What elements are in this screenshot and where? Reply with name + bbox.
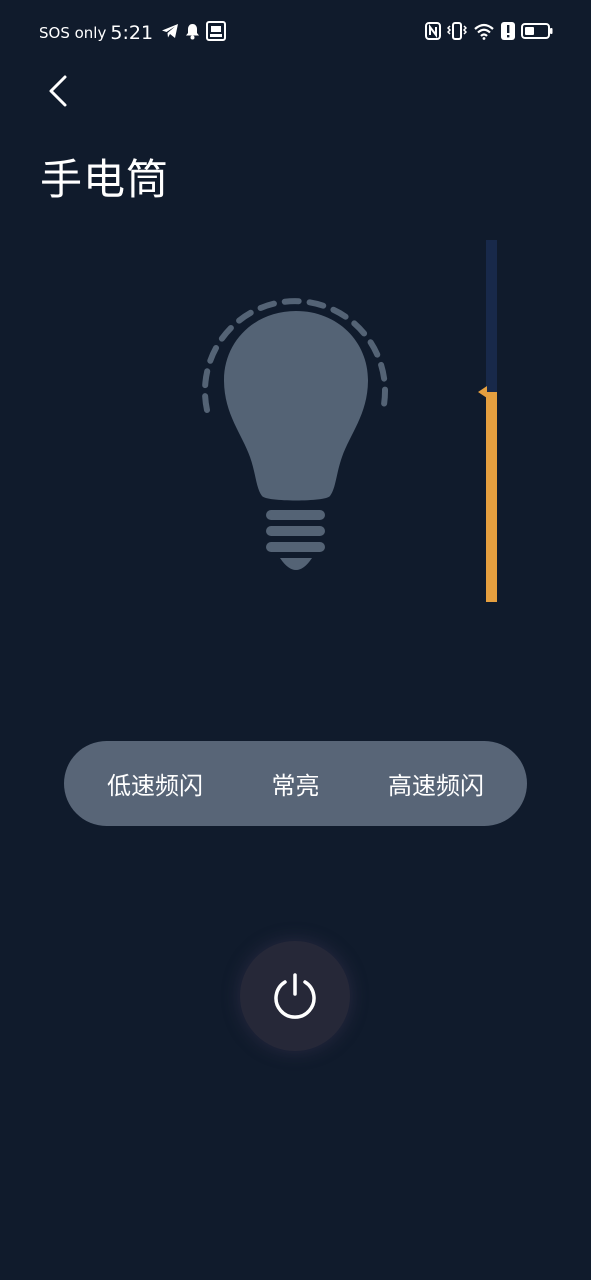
mode-selector: 低速频闪 常亮 高速频闪 [64,741,527,826]
status-time: 5:21 [110,22,154,44]
status-bar-right [419,20,553,46]
status-bar-left: SOS only 5:21 [39,20,232,46]
telegram-icon [161,23,179,43]
bell-icon [185,23,200,44]
carrier-label: SOS only [39,24,107,42]
slider-fill [486,392,497,602]
battery-icon [521,22,553,44]
flashlight-screen: SOS only 5:21 手电筒 低速频闪 常亮 高速频闪 [0,0,591,1280]
slider-handle[interactable] [478,386,487,398]
nfc-icon [425,22,441,44]
mode-steady-on[interactable]: 常亮 [231,766,361,801]
wifi-icon [473,22,495,44]
brightness-slider[interactable] [476,238,500,604]
power-button[interactable] [240,941,350,1051]
mode-high-speed-strobe[interactable]: 高速频闪 [371,766,501,801]
back-button[interactable] [40,70,80,112]
chevron-left-icon [49,75,67,107]
app-notification-icon [206,21,227,45]
power-icon [274,973,316,1019]
vibrate-icon [446,22,468,44]
status-bar: SOS only 5:21 [0,0,591,66]
alert-icon [501,22,515,44]
mode-low-speed-strobe[interactable]: 低速频闪 [90,766,220,801]
page-title: 手电筒 [40,155,170,204]
lightbulb-icon [196,282,396,574]
